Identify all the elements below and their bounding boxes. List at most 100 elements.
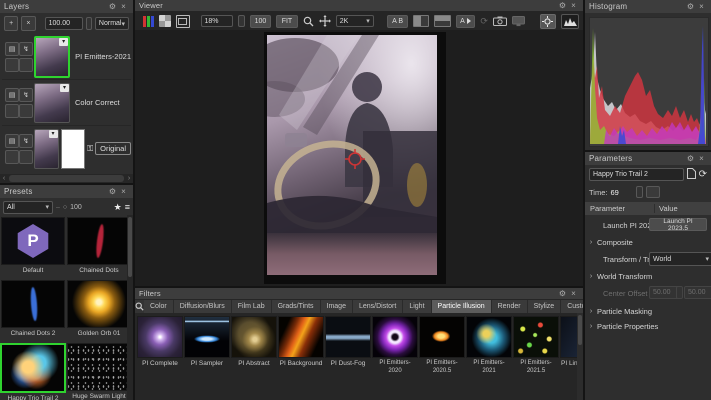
layer-media-toggle[interactable]: ▤	[5, 88, 19, 102]
filter-item[interactable]: PI Abstract	[232, 316, 276, 368]
external-monitor-icon[interactable]	[512, 15, 525, 28]
preset-thumbnail[interactable]	[67, 217, 131, 265]
viewer-canvas[interactable]	[135, 30, 583, 286]
star-icon[interactable]: ★	[114, 202, 122, 213]
layer-visibility-toggle[interactable]	[5, 104, 19, 118]
layer-name[interactable]: Color Correct	[75, 98, 120, 107]
search-icon[interactable]	[135, 302, 144, 311]
filter-item[interactable]: PI Emitters-2021.5	[514, 316, 558, 375]
filter-thumbnail[interactable]	[231, 316, 277, 358]
preset-item[interactable]: Huge Swarm Light (mb)	[68, 343, 130, 400]
filter-thumbnail[interactable]	[466, 316, 512, 358]
presets-vertical-scrollbar[interactable]	[127, 215, 133, 400]
tab-stylize[interactable]: Stylize	[528, 300, 562, 313]
gear-icon[interactable]: ⚙	[107, 1, 118, 12]
param-row-particle-masking[interactable]: › Particle Masking	[585, 305, 711, 318]
layer-matte-thumbnail[interactable]	[61, 129, 86, 169]
layer-fx-toggle[interactable]: ↯	[19, 88, 33, 102]
preset-name-input[interactable]: Happy Trio Trail 2	[589, 168, 684, 181]
layer-fx-toggle[interactable]: ↯	[19, 134, 33, 148]
zoom-100-button[interactable]: 100	[250, 15, 271, 28]
tab-custom[interactable]: Custom	[561, 300, 583, 313]
filter-item[interactable]: PI Complete	[138, 316, 182, 368]
preset-category-select[interactable]: All ▾	[3, 201, 53, 214]
magnifier-icon[interactable]	[303, 15, 314, 28]
filter-item[interactable]: PI Background	[279, 316, 323, 368]
chevron-right-icon[interactable]: ›	[585, 273, 597, 280]
layer-visibility-toggle[interactable]	[5, 58, 19, 72]
layer-fx-toggle[interactable]: ↯	[19, 42, 33, 56]
tab-image[interactable]: Image	[321, 300, 353, 313]
histogram-toggle-button[interactable]	[561, 14, 579, 29]
layer-solo-toggle[interactable]	[19, 150, 33, 164]
split-vertical-icon[interactable]	[413, 15, 429, 27]
preset-thumbnail[interactable]	[1, 280, 65, 328]
zoom-percent-field[interactable]: 18%	[201, 15, 234, 27]
param-row-world-transform[interactable]: › World Transform	[585, 270, 711, 283]
filter-thumbnail[interactable]	[513, 316, 559, 358]
scrollbar-thumb[interactable]	[9, 175, 124, 182]
blend-mode-select[interactable]: Normal ▾	[95, 17, 129, 30]
chevron-right-icon[interactable]: ›	[585, 323, 597, 330]
delete-layer-button[interactable]: ×	[21, 16, 35, 31]
close-icon[interactable]: ×	[118, 1, 129, 12]
rgb-channels-icon[interactable]	[143, 15, 154, 28]
layer-solo-toggle[interactable]	[19, 104, 33, 118]
region-of-interest-icon[interactable]	[176, 15, 190, 28]
layer-thumbnail[interactable]: ▾	[34, 36, 70, 78]
time-stepper[interactable]	[636, 186, 643, 198]
param-row-particle-properties[interactable]: › Particle Properties	[585, 320, 711, 333]
menu-icon[interactable]: ≡	[125, 202, 130, 212]
tab-render[interactable]: Render	[492, 300, 528, 313]
filter-item[interactable]: PI Emitters-2021	[467, 316, 511, 375]
layer-row[interactable]: ▤ ↯ ▾ PI Emitters-2021	[2, 34, 131, 80]
scrollbar-thumb[interactable]	[578, 315, 582, 345]
layer-media-toggle[interactable]: ▤	[5, 42, 19, 56]
layer-thumbnail[interactable]: ▾	[34, 129, 59, 169]
filter-item[interactable]: PI Sampler	[185, 316, 229, 368]
preset-item[interactable]: P Default	[2, 217, 64, 275]
keyframe-icon[interactable]	[646, 186, 660, 198]
preset-thumbnail[interactable]	[67, 343, 131, 391]
preset-item[interactable]: Happy Trio Trail 2	[2, 343, 64, 400]
tab-film-lab[interactable]: Film Lab	[232, 300, 272, 313]
gear-icon[interactable]: ⚙	[685, 153, 696, 164]
gear-icon[interactable]: ⚙	[557, 288, 568, 299]
filter-item[interactable]: PI Emitters-2020	[373, 316, 417, 375]
alpha-checker-icon[interactable]	[159, 15, 171, 28]
zoom-stepper[interactable]	[238, 15, 244, 27]
layer-media-toggle[interactable]: ▤	[5, 134, 19, 148]
tab-lens-distort[interactable]: Lens/Distort	[353, 300, 403, 313]
pan-icon[interactable]	[319, 15, 331, 28]
filter-item[interactable]: PI Emitters-2020.5	[420, 316, 464, 375]
layer-name[interactable]: PI Emitters-2021	[75, 52, 131, 61]
preset-item[interactable]: Chained Dots	[68, 217, 130, 275]
tab-diffusion-blurs[interactable]: Diffusion/Blurs	[174, 300, 232, 313]
filter-thumbnail[interactable]	[325, 316, 371, 358]
tab-particle-illusion[interactable]: Particle Illusion	[432, 300, 492, 313]
add-layer-button[interactable]: +	[4, 16, 18, 31]
preset-thumbnail[interactable]: P	[1, 217, 65, 265]
split-horizontal-icon[interactable]	[434, 15, 450, 27]
snapshot-camera-icon[interactable]	[493, 15, 507, 28]
preset-item[interactable]: Golden Orb 01	[68, 280, 130, 338]
launch-pi-button[interactable]: Launch PI 2023.5	[649, 218, 707, 231]
filter-thumbnail[interactable]	[419, 316, 465, 358]
filter-thumbnail[interactable]	[137, 316, 183, 358]
chevron-right-icon[interactable]: ›	[585, 239, 597, 246]
loop-icon[interactable]: ○	[63, 204, 67, 211]
resolution-select[interactable]: 2K ▾	[336, 15, 374, 27]
time-value[interactable]: 69	[610, 188, 618, 197]
scroll-left-icon[interactable]: ‹	[0, 175, 8, 182]
opacity-stepper[interactable]	[86, 17, 92, 30]
sync-icon[interactable]: ⟳	[480, 15, 488, 28]
gear-icon[interactable]: ⚙	[107, 186, 118, 197]
preset-thumbnail[interactable]	[0, 343, 66, 393]
close-icon[interactable]: ×	[696, 153, 707, 164]
transform-tracking-select[interactable]: World ▾	[649, 252, 711, 266]
show-a-button[interactable]: A	[456, 15, 476, 28]
layer-row[interactable]: ▤ ↯ ▾ ⚿ Original	[2, 126, 131, 171]
filter-thumbnail[interactable]	[278, 316, 324, 358]
filter-thumbnail[interactable]	[372, 316, 418, 358]
gear-icon[interactable]: ⚙	[685, 1, 696, 12]
